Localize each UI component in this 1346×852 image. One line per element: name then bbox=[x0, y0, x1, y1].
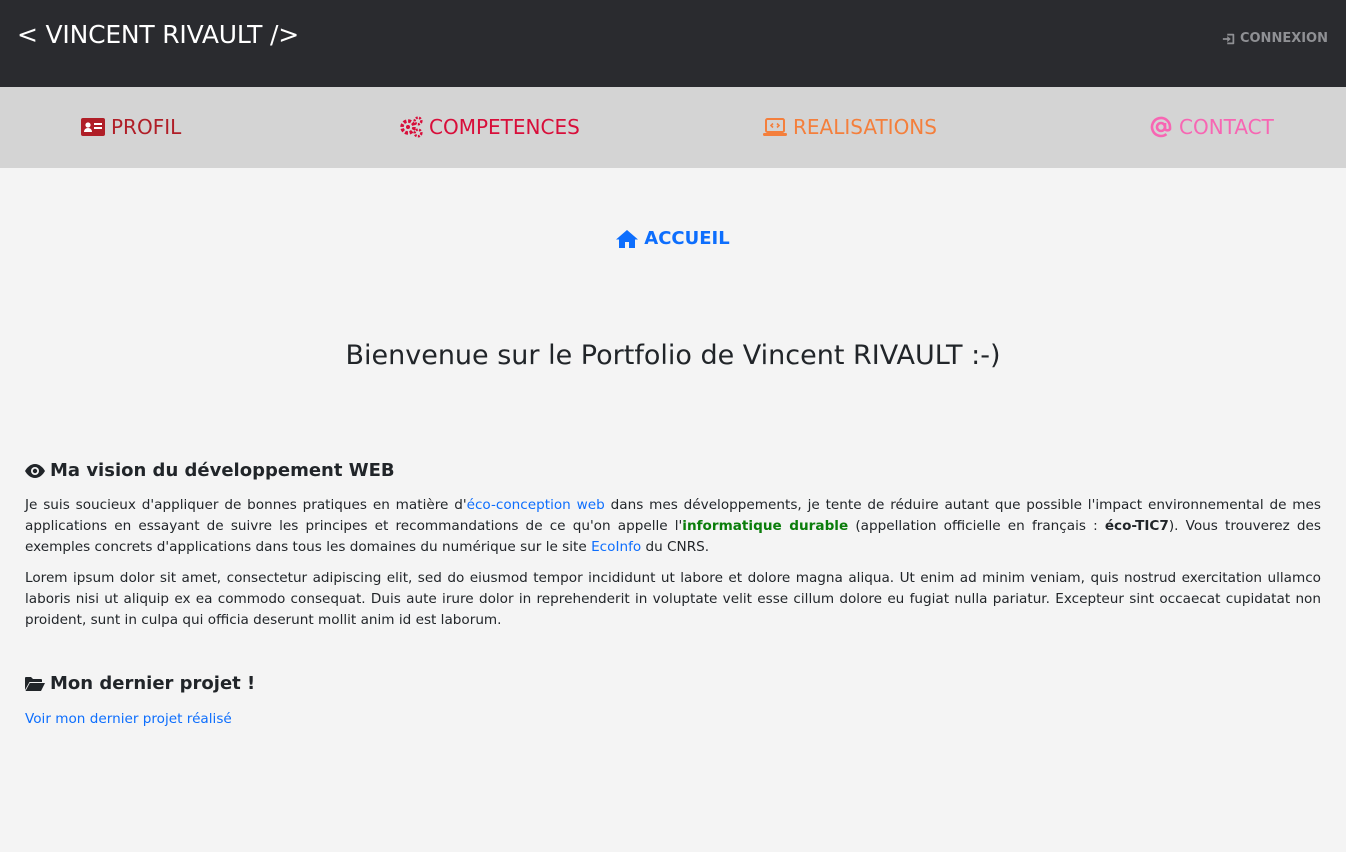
project-heading-text: Mon dernier projet ! bbox=[50, 673, 256, 694]
eco-tic-text: éco-TIC7 bbox=[1104, 518, 1169, 534]
breadcrumb-home[interactable]: ACCUEIL bbox=[616, 228, 730, 249]
text-segment: (appellation officielle en français : bbox=[848, 518, 1105, 534]
project-section: Mon dernier projet ! Voir mon dernier pr… bbox=[25, 673, 1321, 727]
at-icon bbox=[1150, 116, 1172, 138]
last-project-link[interactable]: Voir mon dernier projet réalisé bbox=[25, 711, 232, 727]
login-label: CONNEXION bbox=[1239, 31, 1328, 46]
nav-label-contact: CONTACT bbox=[1179, 115, 1274, 139]
nav-label-realisations: REALISATIONS bbox=[793, 115, 937, 139]
nav-item-profil[interactable]: PROFIL bbox=[81, 115, 181, 139]
informatique-durable-text: informatique durable bbox=[682, 518, 849, 534]
vision-paragraph-2: Lorem ipsum dolor sit amet, consectetur … bbox=[25, 570, 1321, 628]
breadcrumb: ACCUEIL bbox=[0, 228, 1346, 249]
eye-icon bbox=[25, 463, 45, 478]
page-title: Bienvenue sur le Portfolio de Vincent RI… bbox=[345, 340, 1001, 371]
nav-item-realisations[interactable]: REALISATIONS bbox=[763, 115, 937, 139]
text-segment: du CNRS. bbox=[641, 539, 710, 555]
home-icon bbox=[616, 229, 639, 248]
id-card-icon bbox=[81, 118, 105, 136]
nav-item-contact[interactable]: CONTACT bbox=[1149, 115, 1274, 139]
nav-item-competences[interactable]: COMPETENCES bbox=[399, 115, 580, 139]
sign-in-icon bbox=[1222, 33, 1235, 44]
vision-paragraph-1: Je suis soucieux d'appliquer de bonnes p… bbox=[25, 495, 1321, 558]
laptop-code-icon bbox=[763, 118, 787, 136]
nav-label-competences: COMPETENCES bbox=[429, 115, 580, 139]
main-content: Ma vision du développement WEB Je suis s… bbox=[25, 460, 1321, 727]
eco-conception-link[interactable]: éco-conception web bbox=[467, 497, 605, 513]
login-link[interactable]: CONNEXION bbox=[1222, 31, 1328, 46]
vision-heading: Ma vision du développement WEB bbox=[25, 460, 1321, 481]
top-header: < VINCENT RIVAULT /> CONNEXION bbox=[0, 0, 1346, 87]
project-heading: Mon dernier projet ! bbox=[25, 673, 1321, 694]
gears-icon bbox=[400, 116, 423, 138]
nav-label-profil: PROFIL bbox=[111, 115, 182, 139]
breadcrumb-label: ACCUEIL bbox=[644, 228, 730, 249]
folder-open-icon bbox=[25, 676, 45, 691]
ecoinfo-link[interactable]: EcoInfo bbox=[591, 539, 641, 555]
vision-heading-text: Ma vision du développement WEB bbox=[50, 460, 395, 481]
site-brand[interactable]: < VINCENT RIVAULT /> bbox=[17, 20, 299, 49]
text-segment: Je suis soucieux d'appliquer de bonnes p… bbox=[25, 497, 467, 513]
vision-section: Ma vision du développement WEB Je suis s… bbox=[25, 460, 1321, 631]
main-nav: PROFIL COMPETENCES REALISATIONS CONTACT bbox=[0, 87, 1346, 168]
